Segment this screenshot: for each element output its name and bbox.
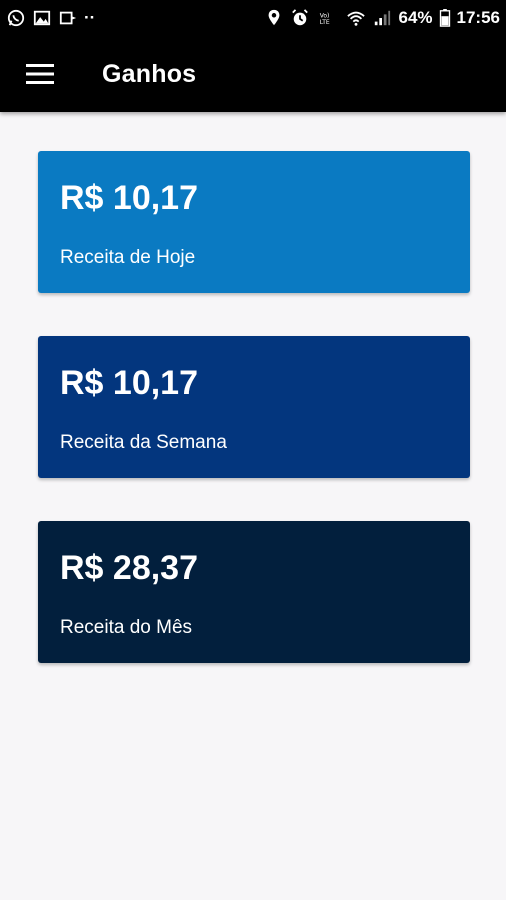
- app-bar: Ganhos: [0, 36, 506, 112]
- wifi-icon: [346, 8, 366, 28]
- svg-text:LTE: LTE: [320, 19, 330, 26]
- status-time: 17:56: [456, 8, 500, 27]
- page-title: Ganhos: [102, 59, 197, 88]
- volte-icon: Vo) LTE: [316, 8, 340, 28]
- battery-percentage: 64%: [398, 8, 433, 27]
- card-value: R$ 10,17: [60, 179, 198, 217]
- card-value: R$ 10,17: [60, 364, 198, 402]
- card-label: Receita do Mês: [60, 617, 193, 638]
- signal-icon: [372, 8, 392, 28]
- card-label: Receita de Hoje: [60, 247, 196, 268]
- hamburger-menu-icon[interactable]: [20, 54, 60, 94]
- svg-text:Vo): Vo): [320, 12, 330, 19]
- card-receita-semana[interactable]: R$ 10,17 Receita da Semana: [38, 336, 470, 478]
- card-value: R$ 28,37: [60, 549, 198, 587]
- cast-icon: [58, 8, 78, 28]
- card-receita-mes[interactable]: R$ 28,37 Receita do Mês: [38, 521, 470, 663]
- whatsapp-icon: [6, 8, 26, 28]
- gallery-icon: [32, 8, 52, 28]
- status-bar: ·· Vo) LTE 64% 17:56: [0, 0, 506, 36]
- status-left-icons: ··: [6, 8, 95, 28]
- card-label: Receita da Semana: [60, 432, 227, 453]
- more-dots-icon: ··: [84, 8, 96, 27]
- location-icon: [264, 8, 284, 28]
- battery-icon: [439, 8, 451, 28]
- alarm-icon: [290, 8, 310, 28]
- card-receita-hoje[interactable]: R$ 10,17 Receita de Hoje: [38, 151, 470, 293]
- status-right-icons: Vo) LTE 64% 17:56: [264, 8, 500, 28]
